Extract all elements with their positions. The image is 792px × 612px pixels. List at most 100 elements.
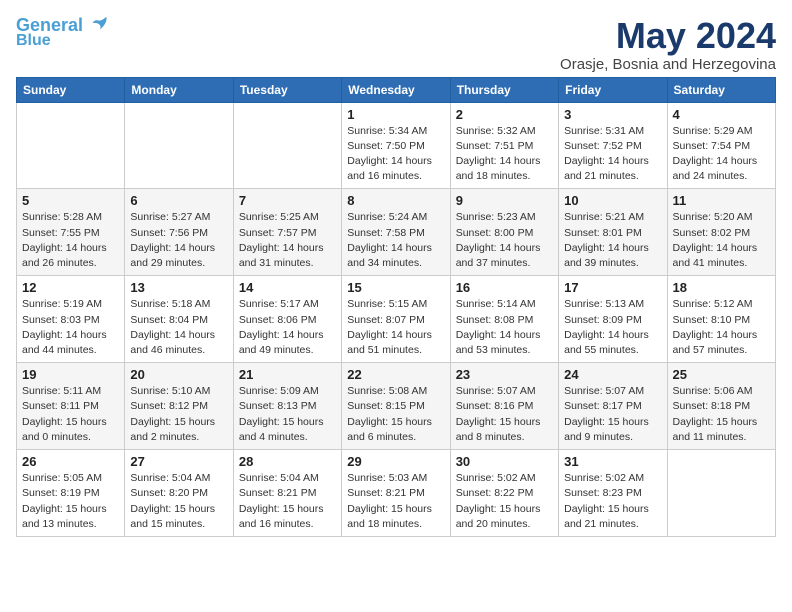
calendar-week-3: 12 Sunrise: 5:19 AMSunset: 8:03 PMDayligh… [17, 276, 776, 363]
day-number: 19 [22, 367, 119, 382]
calendar-cell: 26 Sunrise: 5:05 AMSunset: 8:19 PMDayligh… [17, 450, 125, 537]
day-info: Sunrise: 5:02 AMSunset: 8:22 PMDaylight:… [456, 471, 553, 532]
location: Orasje, Bosnia and Herzegovina [560, 56, 776, 73]
day-info: Sunrise: 5:18 AMSunset: 8:04 PMDaylight:… [130, 297, 227, 358]
day-info: Sunrise: 5:13 AMSunset: 8:09 PMDaylight:… [564, 297, 661, 358]
day-number: 27 [130, 454, 227, 469]
logo-subtext: Blue [16, 32, 51, 50]
calendar-cell: 12 Sunrise: 5:19 AMSunset: 8:03 PMDayligh… [17, 276, 125, 363]
calendar-cell: 24Sunrise: 5:07 AMSunset: 8:17 PMDayligh… [559, 363, 667, 450]
calendar-cell: 6 Sunrise: 5:27 AMSunset: 7:56 PMDaylight… [125, 189, 233, 276]
day-number: 15 [347, 280, 444, 295]
calendar-cell: 10 Sunrise: 5:21 AMSunset: 8:01 PMDayligh… [559, 189, 667, 276]
day-info: Sunrise: 5:12 AMSunset: 8:10 PMDaylight:… [673, 297, 770, 358]
calendar-week-2: 5Sunrise: 5:28 AMSunset: 7:55 PMDaylight… [17, 189, 776, 276]
day-info: Sunrise: 5:24 AMSunset: 7:58 PMDaylight:… [347, 210, 444, 271]
day-number: 22 [347, 367, 444, 382]
calendar-cell: 9 Sunrise: 5:23 AMSunset: 8:00 PMDaylight… [450, 189, 558, 276]
day-info: Sunrise: 5:27 AMSunset: 7:56 PMDaylight:… [130, 210, 227, 271]
day-info: Sunrise: 5:02 AMSunset: 8:23 PMDaylight:… [564, 471, 661, 532]
weekday-header-friday: Friday [559, 77, 667, 102]
calendar-cell: 2Sunrise: 5:32 AMSunset: 7:51 PMDaylight… [450, 102, 558, 189]
calendar-header: SundayMondayTuesdayWednesdayThursdayFrid… [17, 77, 776, 102]
weekday-header-tuesday: Tuesday [233, 77, 341, 102]
day-number: 5 [22, 193, 119, 208]
weekday-header-saturday: Saturday [667, 77, 775, 102]
day-number: 24 [564, 367, 661, 382]
day-info: Sunrise: 5:21 AMSunset: 8:01 PMDaylight:… [564, 210, 661, 271]
calendar-cell: 28Sunrise: 5:04 AMSunset: 8:21 PMDayligh… [233, 450, 341, 537]
weekday-header-thursday: Thursday [450, 77, 558, 102]
calendar-week-4: 19 Sunrise: 5:11 AMSunset: 8:11 PMDayligh… [17, 363, 776, 450]
day-info: Sunrise: 5:11 AMSunset: 8:11 PMDaylight:… [22, 384, 119, 445]
day-number: 14 [239, 280, 336, 295]
calendar-table: SundayMondayTuesdayWednesdayThursdayFrid… [16, 77, 776, 537]
calendar-cell: 21 Sunrise: 5:09 AMSunset: 8:13 PMDayligh… [233, 363, 341, 450]
calendar-cell [667, 450, 775, 537]
day-number: 9 [456, 193, 553, 208]
calendar-cell: 13 Sunrise: 5:18 AMSunset: 8:04 PMDayligh… [125, 276, 233, 363]
day-info: Sunrise: 5:05 AMSunset: 8:19 PMDaylight:… [22, 471, 119, 532]
day-info: Sunrise: 5:31 AMSunset: 7:52 PMDaylight:… [564, 124, 661, 185]
day-number: 12 [22, 280, 119, 295]
day-info: Sunrise: 5:19 AMSunset: 8:03 PMDaylight:… [22, 297, 119, 358]
calendar-cell: 25Sunrise: 5:06 AMSunset: 8:18 PMDayligh… [667, 363, 775, 450]
calendar-cell: 8 Sunrise: 5:24 AMSunset: 7:58 PMDaylight… [342, 189, 450, 276]
calendar-cell: 18 Sunrise: 5:12 AMSunset: 8:10 PMDayligh… [667, 276, 775, 363]
day-number: 29 [347, 454, 444, 469]
logo-bird-icon [87, 14, 109, 36]
day-number: 25 [673, 367, 770, 382]
day-info: Sunrise: 5:08 AMSunset: 8:15 PMDaylight:… [347, 384, 444, 445]
day-info: Sunrise: 5:03 AMSunset: 8:21 PMDaylight:… [347, 471, 444, 532]
day-number: 21 [239, 367, 336, 382]
title-block: May 2024 Orasje, Bosnia and Herzegovina [560, 16, 776, 73]
calendar-cell: 11 Sunrise: 5:20 AMSunset: 8:02 PMDayligh… [667, 189, 775, 276]
day-number: 20 [130, 367, 227, 382]
calendar-cell: 15 Sunrise: 5:15 AMSunset: 8:07 PMDayligh… [342, 276, 450, 363]
calendar-cell: 1Sunrise: 5:34 AMSunset: 7:50 PMDaylight… [342, 102, 450, 189]
day-info: Sunrise: 5:07 AMSunset: 8:16 PMDaylight:… [456, 384, 553, 445]
day-number: 28 [239, 454, 336, 469]
calendar-cell: 17Sunrise: 5:13 AMSunset: 8:09 PMDayligh… [559, 276, 667, 363]
calendar-cell: 23Sunrise: 5:07 AMSunset: 8:16 PMDayligh… [450, 363, 558, 450]
calendar-week-5: 26 Sunrise: 5:05 AMSunset: 8:19 PMDayligh… [17, 450, 776, 537]
calendar-cell [233, 102, 341, 189]
logo: General Blue [16, 16, 109, 50]
calendar-cell: 19 Sunrise: 5:11 AMSunset: 8:11 PMDayligh… [17, 363, 125, 450]
day-info: Sunrise: 5:10 AMSunset: 8:12 PMDaylight:… [130, 384, 227, 445]
day-number: 4 [673, 107, 770, 122]
calendar-cell: 3 Sunrise: 5:31 AMSunset: 7:52 PMDaylight… [559, 102, 667, 189]
calendar-cell: 30Sunrise: 5:02 AMSunset: 8:22 PMDayligh… [450, 450, 558, 537]
month-title: May 2024 [560, 16, 776, 56]
day-info: Sunrise: 5:15 AMSunset: 8:07 PMDaylight:… [347, 297, 444, 358]
day-number: 7 [239, 193, 336, 208]
calendar-cell [125, 102, 233, 189]
day-info: Sunrise: 5:25 AMSunset: 7:57 PMDaylight:… [239, 210, 336, 271]
calendar-cell: 14Sunrise: 5:17 AMSunset: 8:06 PMDayligh… [233, 276, 341, 363]
day-number: 11 [673, 193, 770, 208]
calendar-cell: 7 Sunrise: 5:25 AMSunset: 7:57 PMDaylight… [233, 189, 341, 276]
calendar-cell: 20 Sunrise: 5:10 AMSunset: 8:12 PMDayligh… [125, 363, 233, 450]
day-number: 16 [456, 280, 553, 295]
calendar-cell: 4 Sunrise: 5:29 AMSunset: 7:54 PMDaylight… [667, 102, 775, 189]
calendar-cell: 27 Sunrise: 5:04 AMSunset: 8:20 PMDayligh… [125, 450, 233, 537]
day-number: 31 [564, 454, 661, 469]
day-number: 10 [564, 193, 661, 208]
day-info: Sunrise: 5:20 AMSunset: 8:02 PMDaylight:… [673, 210, 770, 271]
day-number: 6 [130, 193, 227, 208]
day-info: Sunrise: 5:32 AMSunset: 7:51 PMDaylight:… [456, 124, 553, 185]
page-header: General Blue May 2024 Orasje, Bosnia and… [16, 16, 776, 73]
calendar-week-1: 1Sunrise: 5:34 AMSunset: 7:50 PMDaylight… [17, 102, 776, 189]
calendar-cell: 22 Sunrise: 5:08 AMSunset: 8:15 PMDayligh… [342, 363, 450, 450]
day-number: 3 [564, 107, 661, 122]
weekday-header-sunday: Sunday [17, 77, 125, 102]
day-number: 18 [673, 280, 770, 295]
day-info: Sunrise: 5:29 AMSunset: 7:54 PMDaylight:… [673, 124, 770, 185]
day-number: 26 [22, 454, 119, 469]
day-info: Sunrise: 5:23 AMSunset: 8:00 PMDaylight:… [456, 210, 553, 271]
day-number: 8 [347, 193, 444, 208]
day-number: 13 [130, 280, 227, 295]
day-info: Sunrise: 5:09 AMSunset: 8:13 PMDaylight:… [239, 384, 336, 445]
day-info: Sunrise: 5:04 AMSunset: 8:20 PMDaylight:… [130, 471, 227, 532]
day-info: Sunrise: 5:34 AMSunset: 7:50 PMDaylight:… [347, 124, 444, 185]
